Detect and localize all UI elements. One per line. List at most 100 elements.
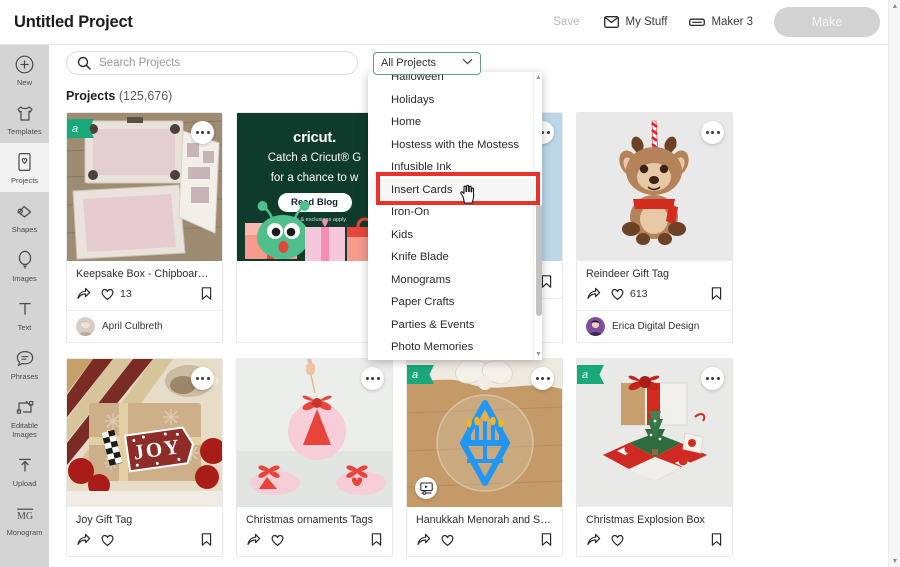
card-actions (76, 532, 213, 551)
sidebar-item-editable-images[interactable]: Editable Images (0, 388, 49, 446)
bookmark-icon[interactable] (540, 532, 553, 547)
sidebar-item-label: Shapes (11, 225, 38, 234)
share-icon[interactable] (586, 532, 601, 547)
filter-option-iron-on[interactable]: Iron-On (368, 201, 534, 224)
heart-icon[interactable] (440, 533, 455, 547)
card-options-button[interactable] (701, 367, 724, 390)
filter-option-insert-cards[interactable]: Insert Cards (368, 178, 534, 201)
filter-option-knife-blade[interactable]: Knife Blade (368, 246, 534, 269)
filter-option-holidays[interactable]: Holidays (368, 89, 534, 112)
project-card[interactable]: a Hanukkah Menorah and Star... (406, 358, 563, 557)
card-author[interactable]: April Culbreth (67, 310, 222, 342)
project-thumbnail[interactable]: a (67, 113, 222, 261)
top-bar: Untitled Project Save My Stuff Maker 3 M… (0, 0, 888, 45)
filter-option-kids[interactable]: Kids (368, 224, 534, 247)
project-thumbnail[interactable]: a (577, 359, 732, 507)
upload-arrow-icon (14, 454, 36, 476)
my-stuff-label: My Stuff (625, 16, 668, 28)
heart-icon[interactable] (100, 287, 115, 301)
filter-option-photo-memories[interactable]: Photo Memories (368, 336, 534, 359)
project-card[interactable]: a Christmas Explosion Box (576, 358, 733, 557)
filter-option-monograms[interactable]: Monograms (368, 269, 534, 292)
share-icon[interactable] (76, 286, 91, 301)
share-icon[interactable] (246, 532, 261, 547)
share-icon[interactable] (586, 286, 601, 301)
sidebar-item-label: Text (17, 323, 32, 332)
sidebar-item-shapes[interactable]: Shapes (0, 192, 49, 241)
sidebar-item-label: New (16, 78, 32, 87)
project-thumbnail[interactable] (577, 113, 732, 261)
machine-selector[interactable]: Maker 3 (678, 16, 764, 28)
my-stuff-button[interactable]: My Stuff (593, 16, 678, 28)
card-options-button[interactable] (531, 367, 554, 390)
bookmark-icon[interactable] (200, 286, 213, 301)
card-actions: 13 (76, 286, 213, 305)
card-actions (586, 532, 723, 551)
make-button[interactable]: Make (774, 7, 880, 37)
cricut-design-space-window: Untitled Project Save My Stuff Maker 3 M… (0, 0, 900, 567)
search-input[interactable] (99, 57, 339, 69)
sidebar-item-label: Phrases (10, 372, 39, 381)
project-title: Keepsake Box - Chipboard Pi... (76, 268, 213, 280)
project-thumbnail[interactable]: JOY (67, 359, 222, 507)
sidebar-item-upload[interactable]: Upload (0, 446, 49, 495)
project-title: Hanukkah Menorah and Star... (416, 514, 553, 526)
heart-icon[interactable] (610, 533, 625, 547)
card-options-button[interactable] (191, 367, 214, 390)
bookmark-icon[interactable] (370, 532, 383, 547)
like-count: 13 (120, 287, 132, 300)
scroll-up-arrow-icon[interactable]: ▲ (889, 0, 900, 12)
chevron-down-icon (462, 58, 473, 68)
sidebar-item-images[interactable]: Images (0, 241, 49, 290)
heart-icon[interactable] (610, 287, 625, 301)
project-card[interactable]: a Keepsake Box - Chipboard Pi... 13 Apri… (66, 112, 223, 343)
sidebar-item-text[interactable]: Text (0, 290, 49, 339)
filter-option-paper-crafts[interactable]: Paper Crafts (368, 291, 534, 314)
page-scrollbar[interactable]: ▲ ▼ (888, 0, 900, 567)
filter-option-hostess-with-the-mostess[interactable]: Hostess with the Mostess (368, 134, 534, 157)
project-card[interactable]: Reindeer Gift Tag 613 Erica Digital Desi… (576, 112, 733, 343)
bookmark-icon[interactable] (710, 532, 723, 547)
bookmark-icon[interactable] (710, 286, 723, 301)
text-t-icon (14, 298, 36, 320)
sidebar-item-monogram[interactable]: MG Monogram (0, 495, 49, 544)
dropdown-scrollbar[interactable]: ▲ ▼ (533, 72, 542, 360)
share-icon[interactable] (416, 532, 431, 547)
cutting-machine-icon (689, 17, 706, 28)
video-tutorial-icon[interactable] (415, 477, 437, 499)
filter-option-infusible-ink[interactable]: Infusible Ink (368, 156, 534, 179)
heart-icon[interactable] (270, 533, 285, 547)
filter-option-parties-and-events[interactable]: Parties & Events (368, 314, 534, 337)
project-filter-dropdown[interactable]: Halloween Holidays Home Hostess with the… (368, 72, 542, 360)
card-body: Joy Gift Tag (67, 507, 222, 556)
share-icon[interactable] (76, 532, 91, 547)
sidebar-item-label: Editable Images (10, 421, 39, 439)
sidebar-item-templates[interactable]: Templates (0, 94, 49, 143)
project-card[interactable]: Christmas ornaments Tags (236, 358, 393, 557)
bookmark-icon[interactable] (200, 532, 213, 547)
search-projects-box[interactable] (66, 51, 358, 75)
project-thumbnail[interactable]: a (407, 359, 562, 507)
card-options-button[interactable] (191, 121, 214, 144)
sidebar-item-projects[interactable]: Projects (0, 143, 49, 192)
scroll-down-arrow-icon[interactable]: ▼ (535, 351, 542, 358)
card-options-button[interactable] (361, 367, 384, 390)
project-filter-select[interactable]: All Projects (373, 51, 481, 75)
sidebar-item-label: Upload (12, 479, 37, 488)
card-options-button[interactable] (701, 121, 724, 144)
filter-options-list: Halloween Holidays Home Hostess with the… (368, 72, 534, 359)
card-author[interactable]: Erica Digital Design (577, 310, 732, 342)
scroll-down-arrow-icon[interactable]: ▼ (889, 555, 900, 567)
project-title: Christmas Explosion Box (586, 514, 705, 526)
project-card[interactable]: JOY Joy Gift Tag (66, 358, 223, 557)
dropdown-scroll-thumb[interactable] (535, 204, 542, 316)
monogram-icon: MG (14, 503, 36, 525)
sidebar-item-new[interactable]: New (0, 45, 49, 94)
filter-option-home[interactable]: Home (368, 111, 534, 134)
heart-icon[interactable] (100, 533, 115, 547)
save-button[interactable]: Save (542, 16, 593, 28)
project-thumbnail[interactable] (237, 359, 392, 507)
scroll-up-arrow-icon[interactable]: ▲ (535, 74, 542, 81)
top-bar-actions: Save My Stuff Maker 3 Make (542, 7, 888, 37)
sidebar-item-phrases[interactable]: Phrases (0, 339, 49, 388)
